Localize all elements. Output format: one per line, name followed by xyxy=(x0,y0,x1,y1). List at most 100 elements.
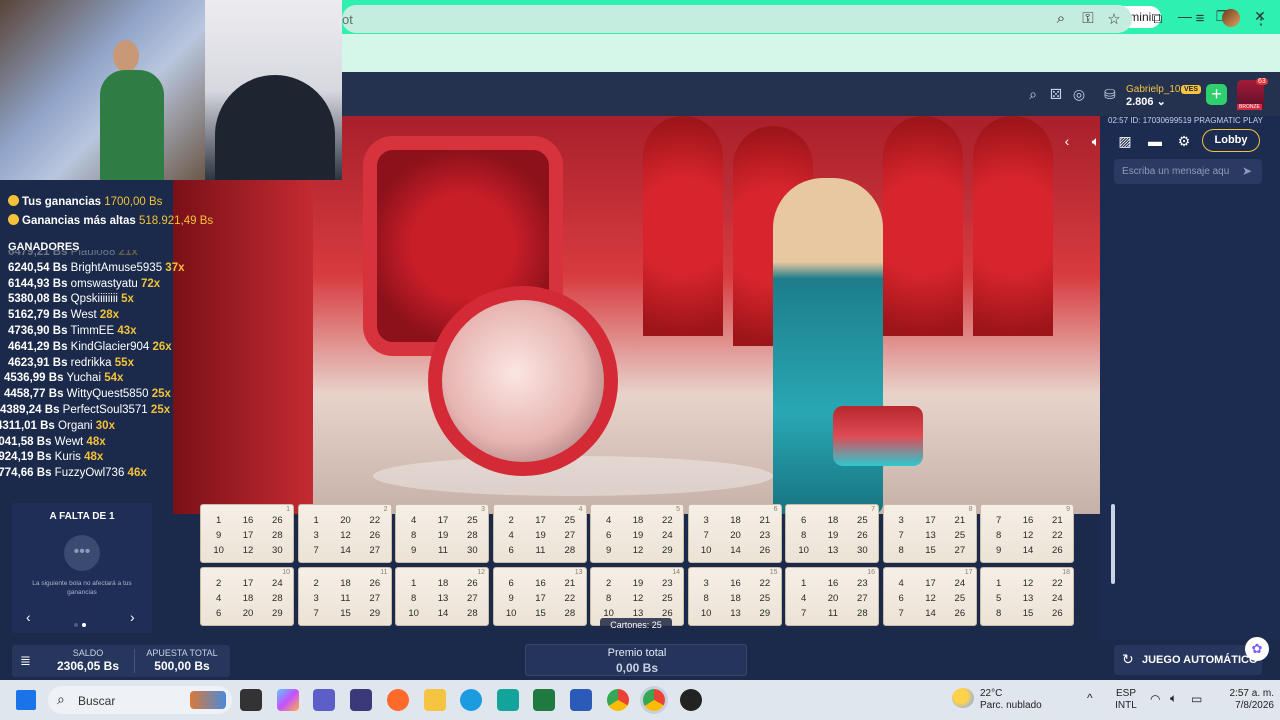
profile-avatar[interactable] xyxy=(1222,9,1240,27)
windows-start-icon[interactable] xyxy=(16,690,36,710)
one-to-go-title: A FALTA DE 1 xyxy=(49,511,115,522)
search-icon[interactable]: ⌕ xyxy=(1024,86,1042,103)
address-bar[interactable] xyxy=(342,5,1132,33)
support-icon[interactable]: ◎ xyxy=(1070,86,1088,103)
obs-icon[interactable] xyxy=(680,689,702,711)
card-cell: 7 xyxy=(898,608,904,619)
card-cell: 16 xyxy=(535,578,546,589)
winner-name: Qpskiiiiiiii xyxy=(70,293,118,306)
card-cell: 15 xyxy=(925,545,936,556)
card-cell: 22 xyxy=(1052,578,1063,589)
card-cell: 24 xyxy=(272,578,283,589)
bingo-card[interactable]: 11 2 18 26 3 11 27 7 15 29 xyxy=(297,567,392,626)
clock[interactable]: 2:57 a. m. 7/8/2026 xyxy=(1212,688,1274,712)
settings-gear-icon[interactable]: ⚙ xyxy=(1175,133,1193,150)
winner-row: 4641,29 Bs KindGlacier904 26x xyxy=(8,341,172,353)
chat-icon[interactable]: ▬ xyxy=(1146,133,1164,149)
pager-dot-active[interactable] xyxy=(82,623,86,627)
card-cell: 25 xyxy=(954,593,966,604)
extensions-icon[interactable]: ⧉ xyxy=(1147,10,1167,27)
username[interactable]: Gabrielp_10 xyxy=(1126,84,1180,95)
stats-icon[interactable]: ▨ xyxy=(1116,133,1134,150)
balance-box: ≣ SALDO 2306,05 Bs APUESTA TOTAL 500,00 … xyxy=(12,645,230,677)
bingo-card[interactable]: 12 1 18 26 8 13 27 10 14 28 xyxy=(395,567,489,626)
store-icon[interactable] xyxy=(350,689,372,711)
cards-scrollbar[interactable] xyxy=(1111,504,1115,584)
card-number: 6 xyxy=(773,506,778,513)
volume-icon[interactable]: 🔈︎ xyxy=(1087,133,1105,150)
chrome-icon[interactable] xyxy=(607,689,629,711)
word-icon[interactable] xyxy=(570,689,592,711)
card-cell: 25 xyxy=(467,515,478,526)
copilot-icon[interactable] xyxy=(277,689,299,711)
gift-icon[interactable]: ⚄ xyxy=(1047,86,1065,103)
chrome-active-icon[interactable] xyxy=(643,689,665,711)
card-cell: 4 xyxy=(606,515,612,526)
language-indicator[interactable]: ESP INTL xyxy=(1112,688,1140,712)
battery-icon[interactable]: ▭ xyxy=(1191,693,1202,705)
bingo-card[interactable]: 5 4 18 22 6 19 24 9 12 29 xyxy=(590,504,684,563)
send-icon[interactable]: ➤ xyxy=(1242,164,1252,178)
file-explorer-icon[interactable] xyxy=(424,689,446,711)
speaker-icon[interactable]: 🔈︎ xyxy=(1170,692,1177,704)
winner-name: Yuchai xyxy=(66,372,101,385)
winner-multiplier: 5x xyxy=(121,293,134,306)
bingo-card[interactable]: 16 1 16 23 4 20 27 7 11 28 xyxy=(785,567,879,626)
card-cell: 28 xyxy=(272,530,283,541)
menu-dots-icon[interactable]: ⋮ xyxy=(1251,10,1271,28)
card-cell: 19 xyxy=(827,530,839,541)
winner-name: Kuris xyxy=(54,451,81,464)
excel-icon[interactable] xyxy=(533,689,555,711)
floating-widget-icon[interactable]: ✿ xyxy=(1245,637,1269,661)
pager-dot[interactable] xyxy=(74,623,78,627)
bingo-drum xyxy=(428,286,618,476)
task-view-icon[interactable] xyxy=(240,689,262,711)
media-control-icon[interactable]: ≡ xyxy=(1190,10,1210,27)
weather-icon[interactable] xyxy=(952,688,974,708)
card-cell: 2 xyxy=(313,578,319,589)
bingo-card[interactable]: 1 1 16 26 9 17 28 10 12 30 xyxy=(200,504,294,563)
teams-icon[interactable] xyxy=(313,689,335,711)
bingo-card[interactable]: 7 6 18 25 8 19 26 10 13 30 xyxy=(785,504,879,563)
bingo-card[interactable]: 18 1 12 22 5 13 24 8 15 26 xyxy=(980,567,1074,626)
bingo-card[interactable]: 10 2 17 24 4 18 28 6 20 29 xyxy=(200,567,294,626)
bingo-card[interactable]: 8 3 17 21 7 13 25 8 15 27 xyxy=(882,504,977,563)
bingo-card[interactable]: 2 1 20 22 3 12 26 7 14 27 xyxy=(297,504,392,563)
card-cell: 26 xyxy=(369,578,381,589)
lobby-button[interactable]: Lobby xyxy=(1202,129,1260,152)
card-cell: 1 xyxy=(801,578,807,589)
chevron-up-icon[interactable]: ^ xyxy=(1087,692,1093,704)
card-number: 16 xyxy=(867,569,875,576)
bingo-card[interactable]: 6 3 18 21 7 20 23 10 14 26 xyxy=(687,504,782,563)
card-grid: 2 19 23 8 12 25 10 13 26 xyxy=(594,578,682,620)
edge-icon[interactable] xyxy=(460,689,482,711)
card-cell: 13 xyxy=(1022,593,1034,604)
back-arrow-icon[interactable]: ‹ xyxy=(1058,133,1076,149)
history-icon[interactable]: ≣ xyxy=(20,653,31,669)
firefox-icon[interactable] xyxy=(387,689,409,711)
app-icon[interactable] xyxy=(497,689,519,711)
bingo-card[interactable]: 4 2 17 25 4 19 27 6 11 28 xyxy=(492,504,587,563)
header-balance[interactable]: 2.806 ⌄ xyxy=(1126,95,1166,108)
card-cell: 18 xyxy=(437,578,449,589)
bingo-card[interactable]: 13 6 16 21 9 17 22 10 15 28 xyxy=(492,567,587,626)
winner-row: 5162,79 Bs West 28x xyxy=(8,309,119,321)
bingo-card[interactable]: 3 4 17 25 8 19 28 9 11 30 xyxy=(395,504,489,563)
card-cell: 28 xyxy=(564,608,576,619)
card-cell: 30 xyxy=(272,545,283,556)
bingo-card[interactable]: 17 4 17 24 6 12 25 7 14 26 xyxy=(882,567,977,626)
prev-arrow-icon[interactable]: ‹ xyxy=(26,609,31,625)
wifi-icon[interactable]: ◠ xyxy=(1150,693,1160,705)
password-key-icon[interactable]: ⚿ xyxy=(1078,10,1098,27)
deposit-button[interactable]: + xyxy=(1206,84,1227,105)
weather-widget[interactable]: 22°C Parc. nublado xyxy=(980,688,1042,712)
bingo-card[interactable]: 9 7 16 21 8 12 22 9 14 26 xyxy=(980,504,1074,563)
bingo-card[interactable]: 15 3 16 22 8 18 25 10 13 29 xyxy=(687,567,782,626)
winner-amount: 3774,66 Bs xyxy=(0,467,52,480)
zoom-icon[interactable]: ⌕ xyxy=(1051,10,1071,27)
autoplay-button[interactable]: JUEGO AUTOMÁTICO xyxy=(1114,645,1262,675)
bookmark-star-icon[interactable]: ☆ xyxy=(1104,10,1124,28)
winner-amount: 4311,01 Bs xyxy=(0,419,55,432)
next-arrow-icon[interactable]: › xyxy=(130,609,135,625)
card-cell: 10 xyxy=(700,608,712,619)
